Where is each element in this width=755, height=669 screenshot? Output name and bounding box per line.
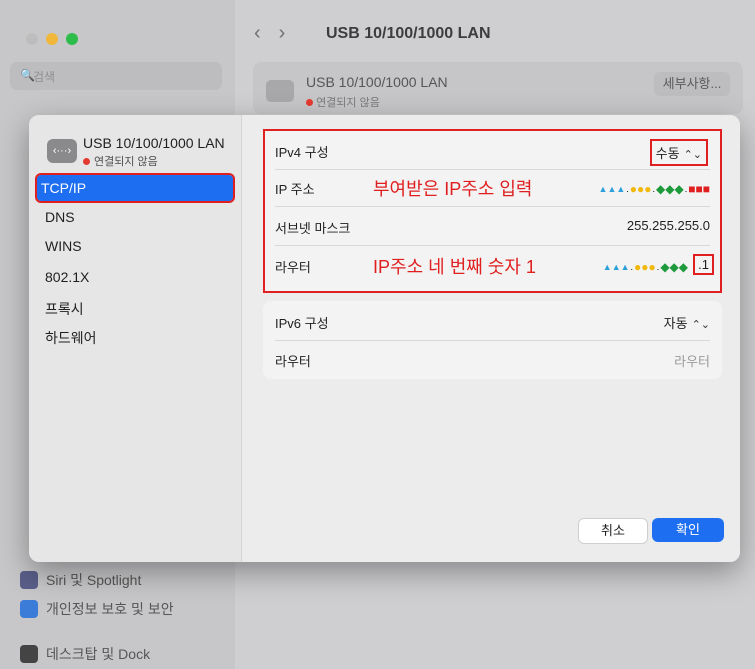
chevron-updown-icon: ⌃⌄ — [691, 319, 710, 331]
triangle-mask-icon: ▲▲▲ — [602, 262, 630, 272]
tab-proxy[interactable]: 프록시 — [41, 296, 84, 322]
ipv6-config-label: IPv6 구성 — [275, 316, 329, 331]
ipv4-config-value: 수동 — [655, 146, 680, 161]
interface-card-name: USB 10/100/1000 LAN — [306, 74, 448, 90]
dock-icon — [20, 645, 38, 663]
interface-card-status: 연결되지 않음 — [306, 94, 380, 110]
circle-mask-icon: ●●● — [634, 260, 656, 274]
sheet-main: IPv4 구성 수동 ⌃⌄ IP 주소 부여받은 IP주소 입력 ▲▲▲. ●●●.… — [242, 115, 740, 562]
subnet-row: 서브넷 마스크 255.255.255.0 — [263, 209, 722, 246]
minimize-window-icon[interactable] — [46, 33, 58, 45]
interface-status: 연결되지 않음 — [83, 153, 158, 169]
tab-tcpip[interactable]: TCP/IP — [35, 173, 235, 203]
zoom-window-icon[interactable] — [66, 33, 78, 45]
dot-separator: . — [626, 184, 629, 194]
ip-address-field[interactable]: ▲▲▲. ●●●. ◆◆◆. ■■■ — [598, 182, 710, 196]
router-suffix: .1 — [693, 254, 714, 275]
forward-arrow-icon[interactable]: › — [279, 22, 304, 44]
cancel-button[interactable]: 취소 — [578, 518, 648, 544]
router-row: 라우터 IP주소 네 번째 숫자 1 ▲▲▲. ●●●. ◆◆◆ .1 — [263, 248, 722, 285]
square-mask-icon: ■■■ — [688, 182, 710, 196]
subnet-label: 서브넷 마스크 — [275, 221, 351, 236]
ip-address-label: IP 주소 — [275, 182, 315, 197]
sidebar-item-label: Siri 및 Spotlight — [46, 572, 142, 588]
diamond-mask-icon: ◆◆◆ — [656, 182, 684, 196]
chevron-updown-icon: ⌃⌄ — [683, 149, 702, 161]
search-placeholder: 검색 — [33, 70, 56, 84]
config-panel: IPv4 구성 수동 ⌃⌄ IP 주소 부여받은 IP주소 입력 ▲▲▲. ●●●.… — [263, 129, 722, 441]
status-dot-icon — [306, 99, 313, 106]
network-interface-icon: ‹···› — [47, 139, 77, 163]
tab-8021x[interactable]: 802.1X — [41, 264, 89, 290]
tab-wins[interactable]: WINS — [41, 233, 82, 259]
ipv4-config-row: IPv4 구성 수동 ⌃⌄ — [263, 133, 722, 170]
network-interface-icon — [266, 80, 294, 102]
tab-dns[interactable]: DNS — [41, 204, 75, 230]
interface-card-status-text: 연결되지 않음 — [316, 97, 380, 109]
divider — [275, 206, 710, 207]
circle-mask-icon: ●●● — [629, 182, 652, 196]
hand-icon — [20, 600, 38, 618]
divider — [275, 245, 710, 246]
ipv4-config-label: IPv4 구성 — [275, 145, 329, 160]
interface-status-text: 연결되지 않음 — [94, 156, 158, 168]
back-arrow-icon[interactable]: ‹ — [254, 22, 279, 44]
router-label: 라우터 — [275, 260, 311, 275]
siri-icon — [20, 571, 38, 589]
router-annotation: IP주소 네 번째 숫자 1 — [373, 257, 536, 277]
status-dot-icon — [83, 157, 90, 165]
dot-separator: . — [652, 184, 656, 194]
window-title: USB 10/100/1000 LAN — [326, 25, 491, 42]
navigation-arrows: ‹› — [254, 22, 303, 45]
tcpip-sheet: ‹···› USB 10/100/1000 LAN 연결되지 않음 TCP/IP… — [29, 115, 740, 562]
ipv6-config-row: IPv6 구성 자동 ⌃⌄ — [263, 304, 722, 341]
sidebar-item-desktop-dock[interactable]: 데스크탑 및 Dock — [20, 644, 150, 664]
dot-separator: . — [656, 262, 660, 272]
sidebar-item-label: 데스크탑 및 Dock — [46, 646, 151, 662]
sidebar-item-privacy[interactable]: 개인정보 보호 및 보안 — [20, 599, 174, 619]
ok-button[interactable]: 확인 — [652, 518, 724, 542]
dot-separator: . — [630, 262, 634, 272]
ip-address-row: IP 주소 부여받은 IP주소 입력 ▲▲▲. ●●●. ◆◆◆. ■■■ — [263, 170, 722, 207]
tab-hardware[interactable]: 하드웨어 — [41, 325, 97, 351]
ipv6-config-value: 자동 — [663, 316, 688, 331]
router-field[interactable]: ▲▲▲. ●●●. ◆◆◆ — [602, 260, 688, 274]
details-button[interactable]: 세부사항... — [654, 72, 730, 96]
interface-name: USB 10/100/1000 LAN — [83, 135, 225, 151]
subnet-value[interactable]: 255.255.255.0 — [627, 218, 710, 233]
divider — [275, 340, 710, 341]
ipv6-router-label: 라우터 — [275, 354, 311, 369]
ipv6-router-field[interactable]: 라우터 — [674, 351, 710, 370]
close-window-icon[interactable] — [26, 33, 38, 45]
ip-annotation: 부여받은 IP주소 입력 — [373, 179, 533, 199]
sidebar-item-label: 개인정보 보호 및 보안 — [46, 601, 174, 617]
triangle-mask-icon: ▲▲▲ — [598, 184, 626, 194]
ipv6-router-row: 라우터 라우터 — [263, 342, 722, 379]
sheet-sidebar: ‹···› USB 10/100/1000 LAN 연결되지 않음 TCP/IP… — [29, 115, 242, 562]
sidebar-item-siri[interactable]: Siri 및 Spotlight — [20, 570, 141, 590]
dot-separator: . — [684, 184, 688, 194]
ipv6-config-select[interactable]: 자동 ⌃⌄ — [664, 313, 710, 332]
diamond-mask-icon: ◆◆◆ — [660, 260, 688, 274]
ipv4-config-select[interactable]: 수동 ⌃⌄ — [649, 139, 708, 166]
